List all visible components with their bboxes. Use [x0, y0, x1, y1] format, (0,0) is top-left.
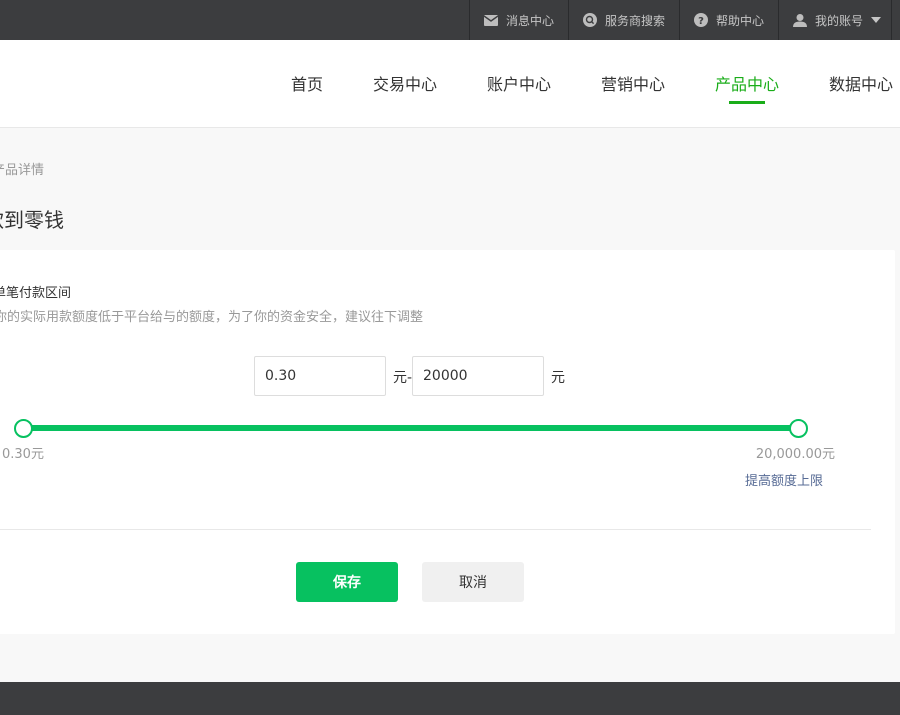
save-button[interactable]: 保存: [296, 562, 398, 602]
section-title: 单笔付款区间: [0, 286, 72, 301]
footer: [0, 682, 900, 715]
main-nav: 首页 交易中心 账户中心 营销中心 产品中心 数据中心: [0, 40, 900, 128]
topnav-help[interactable]: ? 帮助中心: [678, 0, 778, 40]
nav-marketing-center[interactable]: 营销中心: [601, 71, 665, 95]
topnav-messages[interactable]: 消息中心: [468, 0, 568, 40]
topnav-account-label: 我的账号: [814, 13, 863, 28]
slider-max-handle[interactable]: [788, 419, 808, 438]
nav-home[interactable]: 首页: [291, 71, 323, 95]
topnav-provider-search[interactable]: 服务商搜索: [567, 0, 679, 40]
topnav-help-label: 帮助中心: [715, 13, 764, 28]
svg-text:?: ?: [698, 16, 704, 27]
topnav-provider-search-label: 服务商搜索: [604, 13, 665, 28]
user-icon: [792, 13, 807, 27]
nav-active-underline: [729, 101, 765, 104]
raise-limit-link[interactable]: 提高额度上限: [745, 470, 823, 489]
nav-data-center[interactable]: 数据中心: [829, 71, 893, 95]
divider: [0, 529, 871, 530]
search-icon: [582, 13, 597, 27]
range-separator: 元-: [393, 370, 413, 386]
envelope-icon: [483, 13, 498, 27]
top-bar: 消息中心 服务商搜索 ? 帮助中心 我的账号: [0, 0, 900, 40]
chevron-down-icon: [871, 17, 881, 23]
topnav-messages-label: 消息中心: [505, 13, 554, 28]
topnav-account[interactable]: 我的账号: [777, 0, 892, 40]
help-icon: ?: [693, 13, 708, 27]
slider-max-label: 20,000.00元: [755, 447, 835, 462]
slider-min-label: 0.30元: [2, 447, 44, 462]
max-amount-input[interactable]: [412, 356, 544, 396]
nav-account-center[interactable]: 账户中心: [487, 71, 551, 95]
slider-min-handle[interactable]: [13, 419, 33, 438]
top-nav: 消息中心 服务商搜索 ? 帮助中心 我的账号: [468, 0, 892, 40]
nav-trade-center[interactable]: 交易中心: [373, 71, 437, 95]
nav-product-center[interactable]: 产品中心: [715, 71, 779, 104]
cancel-button[interactable]: 取消: [422, 562, 524, 602]
page-title: 款到零钱: [0, 208, 64, 232]
breadcrumb[interactable]: 产品详情: [0, 159, 44, 178]
max-unit-label: 元: [551, 370, 565, 386]
min-amount-input[interactable]: [254, 356, 386, 396]
section-description: 你的实际用款额度低于平台给与的额度，为了你的资金安全，建议往下调整: [0, 310, 424, 325]
range-slider-track[interactable]: [23, 425, 798, 431]
